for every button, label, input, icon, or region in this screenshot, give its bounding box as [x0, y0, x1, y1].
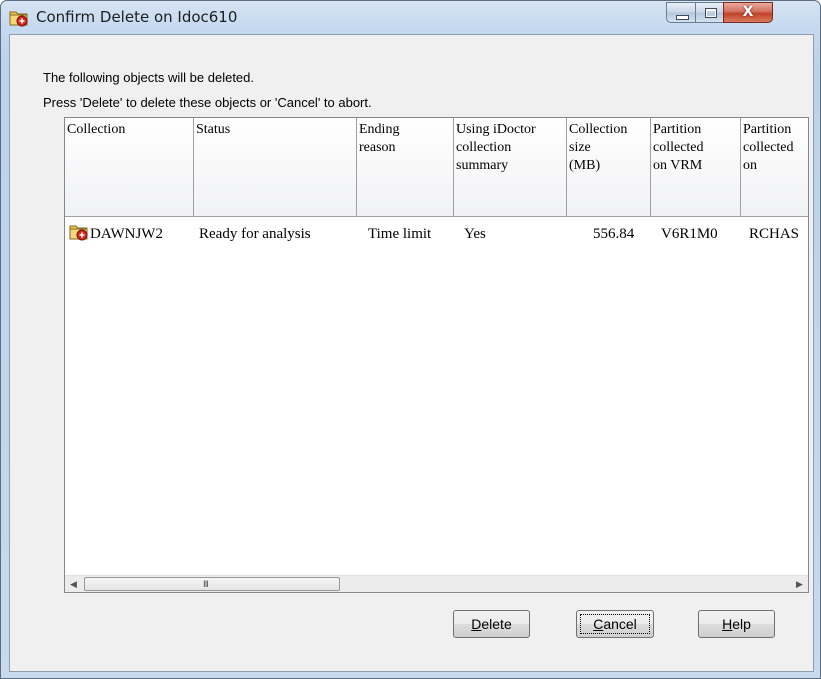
title-bar[interactable]: Confirm Delete on Idoc610 X: [1, 1, 820, 34]
delete-button[interactable]: Delete: [453, 610, 530, 638]
column-header-collection-size[interactable]: Collection size (MB): [567, 118, 651, 217]
dialog-window: Confirm Delete on Idoc610 X The followin…: [0, 0, 821, 679]
column-header-collection[interactable]: Collection: [65, 118, 194, 217]
table-row[interactable]: DAWNJW2 Ready for analysis Time limit Ye…: [65, 221, 808, 246]
delete-accel: D: [471, 616, 482, 632]
horizontal-scrollbar[interactable]: ◀ III ▶: [65, 575, 808, 592]
cell-ending-reason: Time limit: [368, 226, 432, 242]
column-header-partition-collected-on[interactable]: Partition collected on: [741, 118, 808, 217]
cell-size-mb: 556.84: [593, 226, 635, 242]
scroll-grip: III: [203, 580, 209, 590]
close-button[interactable]: X: [723, 2, 773, 23]
column-header-status[interactable]: Status: [194, 118, 357, 217]
cell-using-idoctor: Yes: [464, 226, 486, 242]
maximize-button[interactable]: [695, 2, 724, 23]
column-header-using-idoctor[interactable]: Using iDoctor collection summary: [454, 118, 567, 217]
scrollbar-thumb[interactable]: III: [84, 577, 340, 591]
cell-collected-on: RCHAS: [749, 226, 800, 242]
list-header: Collection Status Ending reason Using iD…: [65, 118, 808, 217]
delete-label: elete: [481, 616, 512, 632]
column-header-partition-vrm[interactable]: Partition collected on VRM: [651, 118, 741, 217]
help-label: elp: [732, 616, 751, 632]
help-button[interactable]: Help: [698, 610, 775, 638]
scroll-right-icon[interactable]: ▶: [791, 576, 808, 592]
message-line-1: The following objects will be deleted.: [43, 70, 255, 85]
folder-delete-icon: [69, 225, 88, 241]
close-icon: X: [742, 4, 754, 20]
minimize-button[interactable]: [666, 2, 696, 23]
objects-list[interactable]: Collection Status Ending reason Using iD…: [64, 117, 809, 593]
focus-rect: [580, 614, 650, 634]
folder-delete-icon: [9, 11, 28, 27]
window-title: Confirm Delete on Idoc610: [36, 8, 238, 26]
cell-collection: DAWNJW2: [90, 226, 163, 242]
message-line-2: Press 'Delete' to delete these objects o…: [43, 95, 372, 110]
cancel-button[interactable]: Cancel: [576, 610, 654, 638]
scroll-left-icon[interactable]: ◀: [65, 576, 82, 592]
help-accel: H: [722, 616, 733, 632]
column-header-ending-reason[interactable]: Ending reason: [357, 118, 454, 217]
cell-vrm: V6R1M0: [661, 226, 718, 242]
cell-status: Ready for analysis: [199, 226, 311, 242]
